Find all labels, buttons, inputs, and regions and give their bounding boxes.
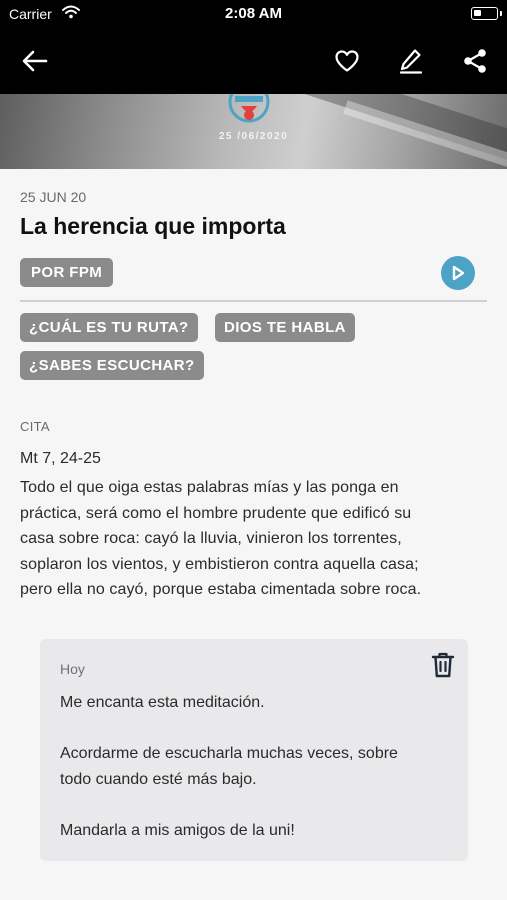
author-chip[interactable]: POR FPM [20,258,114,287]
note-paragraph: Acordarme de escucharla muchas veces, so… [60,741,455,792]
note-date: Hoy [60,661,85,677]
navigation-bar [0,28,507,94]
tag-chip-ruta[interactable]: ¿CUÁL ES TU RUTA? [20,313,198,342]
note-paragraph: Me encanta esta meditación. [60,694,265,711]
share-icon [464,49,486,73]
note-line: todo cuando esté más bajo. [60,770,257,788]
back-arrow-icon [22,50,48,72]
divider [20,300,487,302]
header-image: 25 /06/2020 [0,94,507,169]
quote-line: práctica, será como el hombre prudente q… [20,504,412,522]
play-button[interactable] [441,256,475,290]
quote-line: casa sobre roca: cayó la lluvia, viniero… [20,530,402,548]
favorite-button[interactable] [330,44,364,78]
quote-reference: Mt 7, 24-25 [20,450,101,467]
note-paragraph: Mandarla a mis amigos de la uni! [60,822,295,839]
quote-line: pero ella no cayó, porque estaba cimenta… [20,581,422,599]
article-date: 25 JUN 20 [20,189,87,205]
tag-chip-escuchar[interactable]: ¿SABES ESCUCHAR? [20,351,204,380]
clock: 2:08 AM [225,5,282,22]
delete-note-button[interactable] [430,651,456,684]
quote-line: soplaron los vientos, y embistieron cont… [20,555,419,573]
heart-icon [335,50,359,72]
meditation-logo [226,94,272,133]
article-title: La herencia que importa [20,213,286,239]
status-bar: Carrier 2:08 AM [0,0,507,28]
battery-icon [471,7,498,20]
edit-button[interactable] [394,44,428,78]
quote-label: CITA [20,419,50,434]
play-icon [452,265,465,281]
note-line: Acordarme de escucharla muchas veces, so… [60,745,398,762]
battery-tip [500,11,502,16]
personal-note-card[interactable]: Hoy Me encanta esta meditación. Acordarm… [40,639,468,861]
share-button[interactable] [458,44,492,78]
hero-date: 25 /06/2020 [218,131,289,142]
edit-pencil-icon [399,49,423,74]
trash-icon [431,652,455,678]
tag-chip-dios-te-habla[interactable]: DIOS TE HABLA [215,313,355,342]
quote-text: Todo el que oiga estas palabras mías y l… [20,475,487,603]
back-button[interactable] [18,44,52,78]
quote-line: Todo el que oiga estas palabras mías y l… [20,479,399,496]
